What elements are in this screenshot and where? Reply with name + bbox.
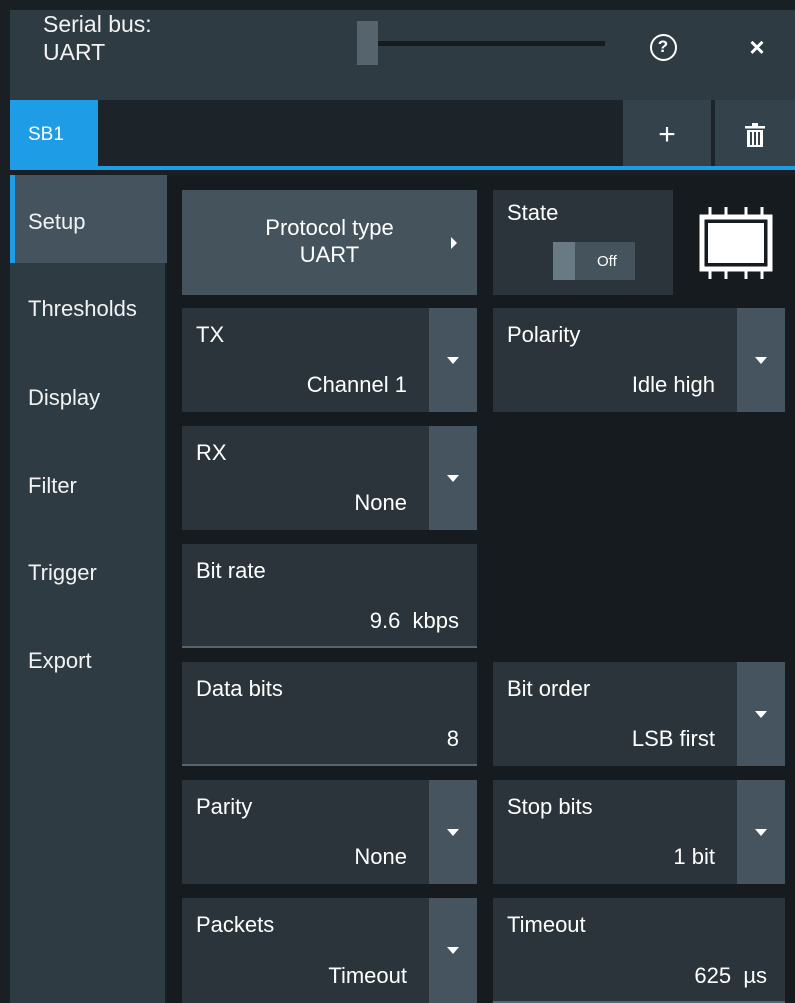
delete-bus-button[interactable]	[715, 100, 795, 170]
state-toggle-knob	[553, 242, 575, 280]
bit-order-dropdown[interactable]: Bit order LSB first	[493, 662, 785, 766]
bit-rate-label: Bit rate	[196, 558, 266, 583]
stop-bits-dropdown-button[interactable]	[737, 780, 785, 884]
dropdown-caret-icon	[447, 828, 459, 836]
dropdown-caret-icon	[755, 828, 767, 836]
chip-icon	[699, 207, 773, 279]
tab-sb1-label: SB1	[28, 124, 64, 145]
dropdown-caret-icon	[755, 710, 767, 718]
nav-item-thresholds[interactable]: Thresholds	[28, 296, 137, 322]
bit-rate-value: 9.6 kbps	[369, 608, 459, 633]
trash-icon	[745, 123, 765, 147]
data-bits-value: 8	[446, 726, 459, 751]
state-field: State Off	[493, 190, 673, 295]
parity-value: None	[354, 844, 407, 869]
data-bits-label: Data bits	[196, 676, 283, 701]
tab-sb1[interactable]: SB1	[10, 100, 98, 170]
timeout-value: 625 µs	[694, 963, 767, 988]
bit-order-label: Bit order	[507, 676, 591, 701]
nav-item-filter[interactable]: Filter	[28, 473, 77, 499]
nav-item-setup[interactable]: Setup	[28, 209, 86, 235]
polarity-dropdown-button[interactable]	[737, 308, 785, 412]
close-icon: ×	[749, 31, 765, 62]
add-bus-button[interactable]: +	[623, 100, 711, 170]
state-toggle[interactable]: Off	[553, 242, 635, 280]
bit-rate-underline	[182, 646, 477, 648]
tx-value: Channel 1	[306, 372, 407, 397]
tx-source-dropdown[interactable]: TX Channel 1	[182, 308, 477, 412]
nav-item-display[interactable]: Display	[28, 385, 100, 411]
rx-dropdown-button[interactable]	[429, 426, 477, 530]
dropdown-caret-icon	[755, 356, 767, 364]
packets-value: Timeout	[328, 963, 407, 988]
stop-bits-dropdown[interactable]: Stop bits 1 bit	[493, 780, 785, 884]
state-label: State	[507, 200, 559, 225]
transparency-slider-track[interactable]	[357, 41, 605, 46]
data-bits-underline	[182, 764, 477, 766]
bit-order-dropdown-button[interactable]	[737, 662, 785, 766]
rx-value: None	[354, 490, 407, 515]
dialog-title-line1: Serial bus:	[43, 11, 152, 37]
tab-underline	[10, 166, 795, 170]
timeout-label: Timeout	[507, 912, 586, 937]
dialog-title: Serial bus: UART	[43, 10, 152, 66]
tx-label: TX	[196, 322, 225, 347]
close-button[interactable]: ×	[735, 25, 779, 69]
rx-source-dropdown[interactable]: RX None	[182, 426, 477, 530]
nav-item-trigger[interactable]: Trigger	[28, 560, 97, 586]
parity-label: Parity	[196, 794, 253, 819]
tx-dropdown-button[interactable]	[429, 308, 477, 412]
packets-label: Packets	[196, 912, 275, 937]
polarity-label: Polarity	[507, 322, 581, 347]
caret-right-icon	[451, 237, 457, 249]
plus-icon: +	[658, 118, 676, 151]
help-icon: ?	[649, 33, 677, 61]
parity-dropdown[interactable]: Parity None	[182, 780, 477, 884]
help-button[interactable]: ?	[636, 25, 690, 69]
timeout-field[interactable]: Timeout 625 µs	[493, 898, 785, 1003]
packets-dropdown-button[interactable]	[429, 898, 477, 1003]
data-bits-field[interactable]: Data bits 8	[182, 662, 477, 766]
polarity-dropdown[interactable]: Polarity Idle high	[493, 308, 785, 412]
protocol-type-label: Protocol type	[265, 215, 394, 240]
protocol-type-value: UART	[299, 242, 360, 267]
packets-dropdown[interactable]: Packets Timeout	[182, 898, 477, 1003]
stop-bits-value: 1 bit	[673, 844, 715, 869]
parity-dropdown-button[interactable]	[429, 780, 477, 884]
nav-active-indicator	[10, 175, 15, 263]
protocol-type-button[interactable]: Protocol type UART	[182, 190, 477, 295]
dialog-title-line2: UART	[43, 39, 106, 65]
dropdown-caret-icon	[447, 474, 459, 482]
nav-item-export[interactable]: Export	[28, 648, 92, 674]
dropdown-caret-icon	[447, 947, 459, 954]
bit-rate-field[interactable]: Bit rate 9.6 kbps	[182, 544, 477, 648]
stop-bits-label: Stop bits	[507, 794, 593, 819]
rx-label: RX	[196, 440, 227, 465]
dropdown-caret-icon	[447, 356, 459, 364]
polarity-value: Idle high	[631, 372, 715, 397]
state-toggle-value: Off	[597, 253, 617, 270]
bit-order-value: LSB first	[631, 726, 715, 751]
transparency-slider-handle[interactable]	[357, 21, 378, 65]
